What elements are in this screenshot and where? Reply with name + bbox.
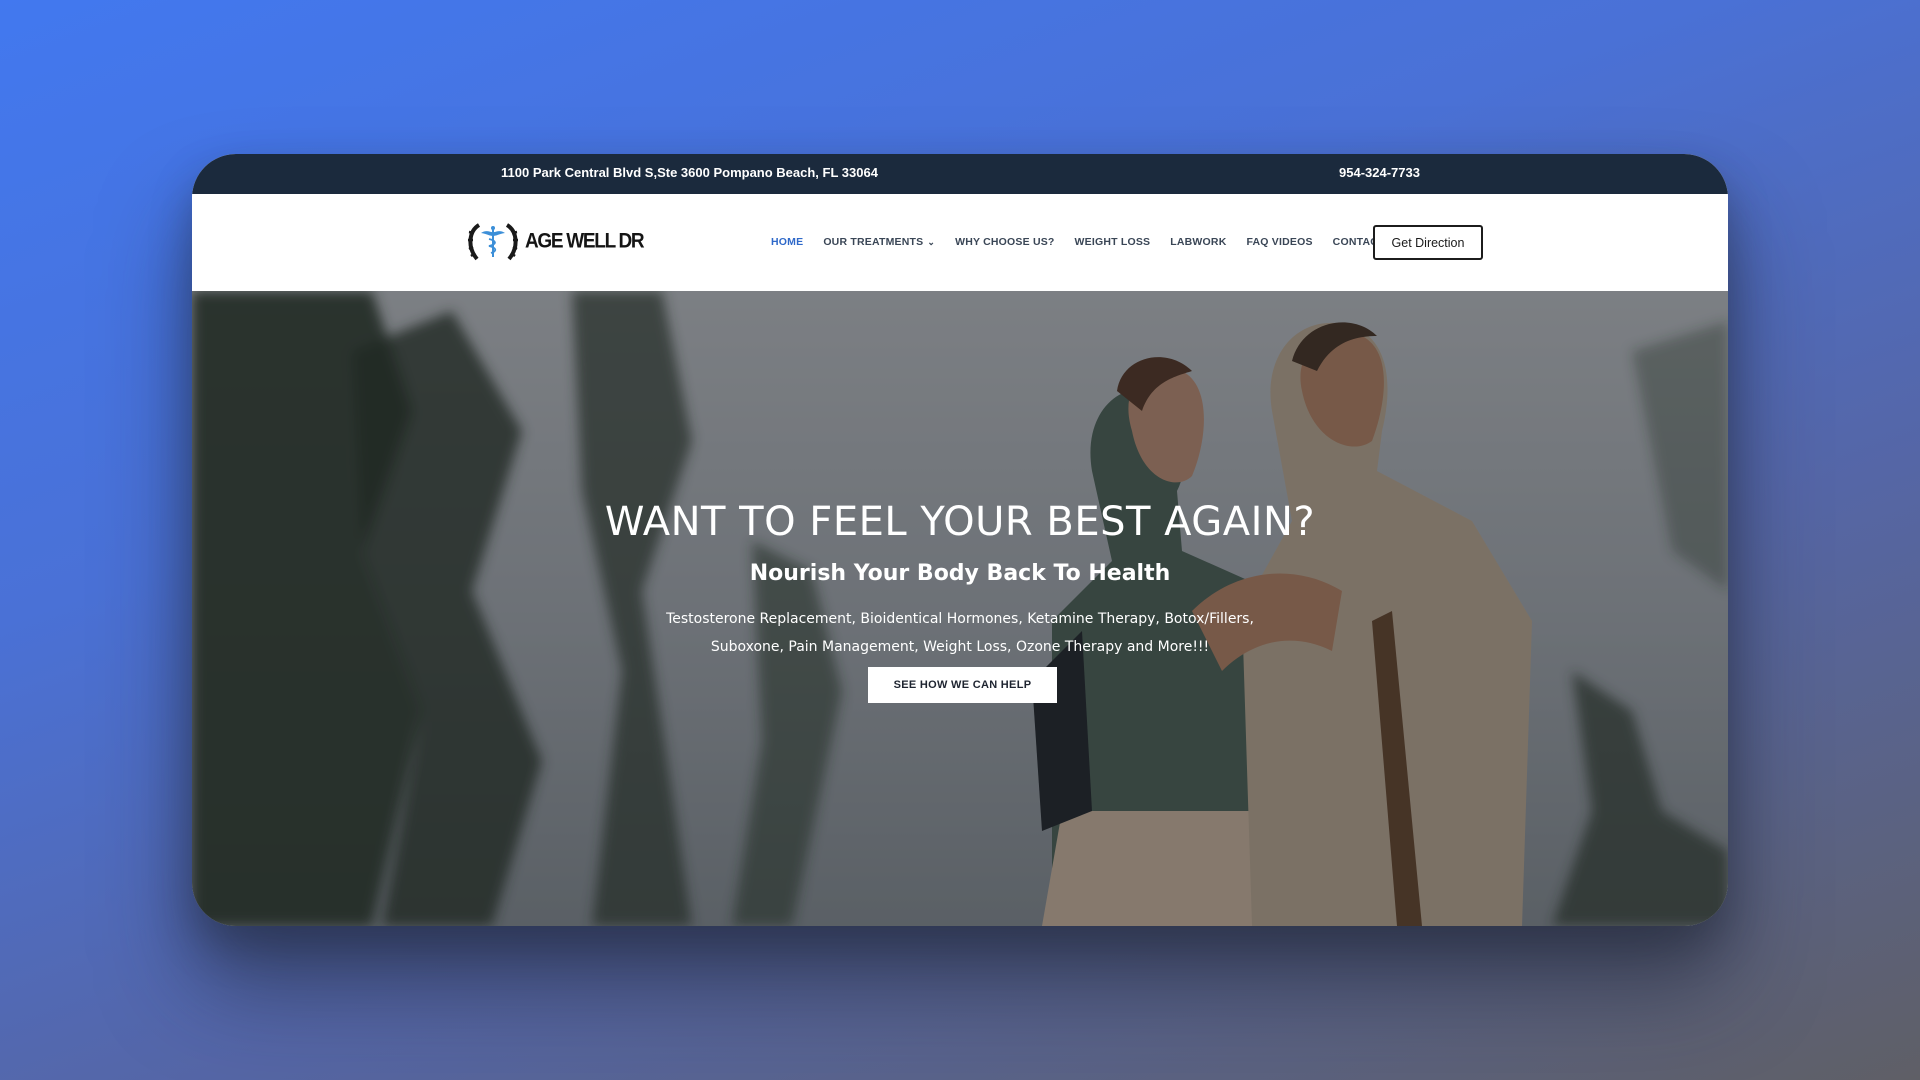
get-direction-button[interactable]: Get Direction: [1373, 225, 1483, 260]
hero-content: WANT TO FEEL YOUR BEST AGAIN? Nourish Yo…: [192, 291, 1728, 926]
see-how-we-can-help-button[interactable]: SEE HOW WE CAN HELP: [868, 667, 1057, 703]
main-navbar: AGE WELL DR HOME OUR TREATMENTS ⌄ WHY CHO…: [192, 194, 1728, 291]
nav-faq-videos[interactable]: FAQ VIDEOS: [1246, 236, 1312, 248]
hero-section: WANT TO FEEL YOUR BEST AGAIN? Nourish Yo…: [192, 291, 1728, 926]
caduceus-laurel-icon: [468, 223, 518, 261]
chevron-down-icon: ⌄: [927, 237, 936, 247]
primary-menu: HOME OUR TREATMENTS ⌄ WHY CHOOSE US? WEIG…: [771, 236, 1405, 248]
phone-link[interactable]: 954-324-7733: [1339, 165, 1420, 180]
address-text: 1100 Park Central Blvd S,Ste 3600 Pompan…: [501, 165, 878, 180]
nav-our-treatments-label: OUR TREATMENTS: [823, 236, 924, 248]
site-logo[interactable]: AGE WELL DR: [465, 221, 645, 263]
browser-window: 1100 Park Central Blvd S,Ste 3600 Pompan…: [192, 154, 1728, 926]
nav-our-treatments[interactable]: OUR TREATMENTS ⌄: [823, 236, 935, 248]
brand-name: AGE WELL DR: [525, 229, 645, 254]
nav-labwork[interactable]: LABWORK: [1170, 236, 1226, 248]
hero-description-line-2: Suboxone, Pain Management, Weight Loss, …: [710, 639, 1210, 655]
nav-weight-loss[interactable]: WEIGHT LOSS: [1075, 236, 1151, 248]
hero-description-line-1: Testosterone Replacement, Bioidentical H…: [666, 611, 1254, 627]
hero-title: WANT TO FEEL YOUR BEST AGAIN?: [604, 499, 1316, 545]
hero-description: Testosterone Replacement, Bioidentical H…: [192, 605, 1728, 661]
hero-subtitle: Nourish Your Body Back To Health: [749, 561, 1171, 586]
top-info-bar: 1100 Park Central Blvd S,Ste 3600 Pompan…: [192, 154, 1728, 194]
nav-home[interactable]: HOME: [771, 236, 803, 248]
nav-why-choose-us[interactable]: WHY CHOOSE US?: [955, 236, 1054, 248]
